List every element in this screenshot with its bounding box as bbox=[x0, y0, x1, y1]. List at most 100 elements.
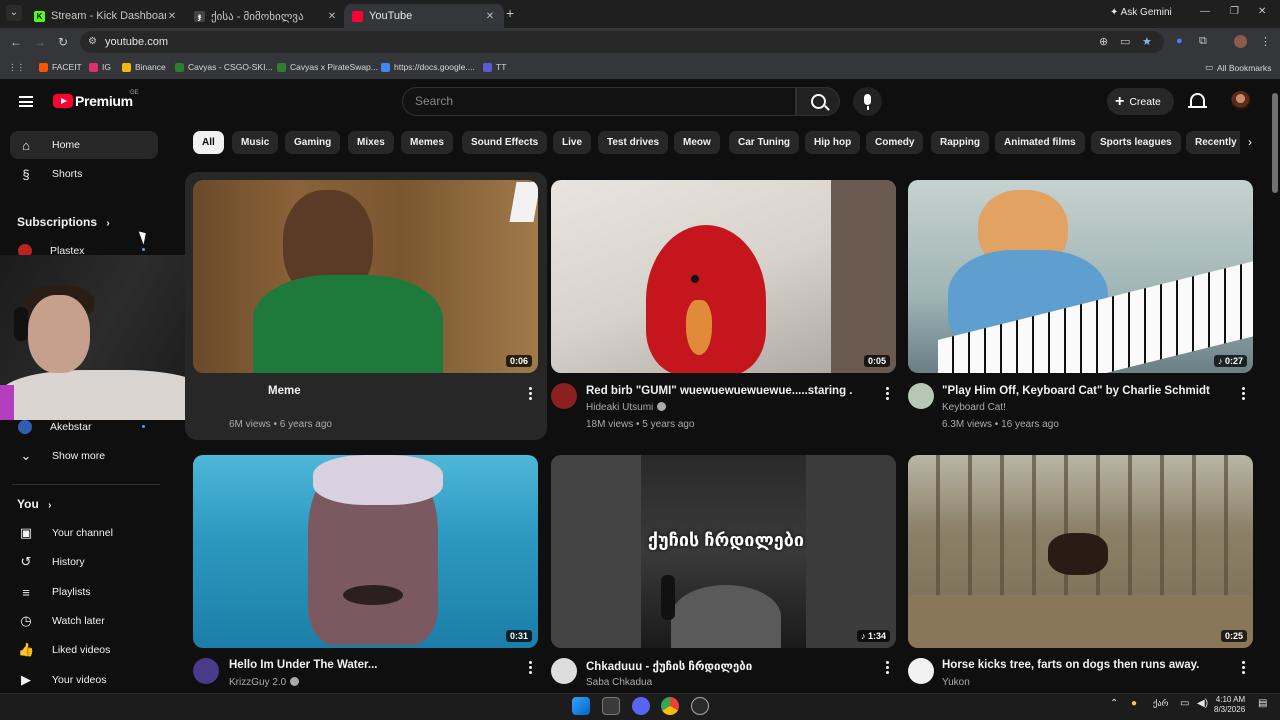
sidebar-item-liked-videos[interactable]: 👍 Liked videos bbox=[10, 636, 158, 664]
tab-youtube[interactable]: YouTube ✕ bbox=[344, 4, 504, 28]
chrome-icon[interactable] bbox=[661, 697, 679, 715]
channel-avatar[interactable] bbox=[908, 383, 934, 409]
chip-recently[interactable]: Recently bbox=[1186, 131, 1246, 154]
sidebar-item-home[interactable]: ⌂ Home bbox=[10, 131, 158, 159]
address-bar[interactable] bbox=[80, 31, 1164, 53]
chip-test-drives[interactable]: Test drives bbox=[598, 131, 669, 154]
sidebar-item-your-videos[interactable]: ▶ Your videos bbox=[10, 666, 158, 694]
youtube-logo-icon[interactable] bbox=[53, 94, 73, 108]
tray-chevron-icon[interactable]: ⌃ bbox=[1110, 698, 1118, 709]
sidebar-item-shorts[interactable]: § Shorts bbox=[10, 160, 158, 188]
tab-kick-dashboard[interactable]: K Stream - Kick Dashboard ✕ bbox=[26, 4, 186, 28]
more-options-icon[interactable] bbox=[529, 387, 533, 401]
more-options-icon[interactable] bbox=[1242, 387, 1246, 401]
sidebar-sub-akebstar[interactable]: Akebstar bbox=[10, 413, 158, 441]
tab-search-icon[interactable]: ⌄ bbox=[6, 5, 22, 21]
more-options-icon[interactable] bbox=[886, 387, 890, 401]
channel-avatar[interactable] bbox=[551, 658, 577, 684]
apps-icon[interactable]: ⋮⋮ bbox=[8, 62, 25, 73]
search-box[interactable] bbox=[402, 87, 796, 116]
zoom-icon[interactable]: ⊕ bbox=[1099, 35, 1108, 48]
search-button[interactable] bbox=[796, 87, 840, 116]
cast-icon[interactable]: ▭ bbox=[1120, 35, 1130, 48]
video-thumbnail[interactable]: ♪ 0:27 bbox=[908, 180, 1253, 373]
chip-sports-leagues[interactable]: Sports leagues bbox=[1091, 131, 1181, 154]
discord-icon[interactable] bbox=[632, 697, 650, 715]
window-close-icon[interactable]: ✕ bbox=[1258, 6, 1266, 17]
bookmark-faceit[interactable]: FACEIT bbox=[39, 62, 82, 72]
all-bookmarks-button[interactable]: ▭ All Bookmarks bbox=[1205, 62, 1271, 73]
site-info-icon[interactable]: ⚙ bbox=[88, 36, 97, 47]
volume-icon[interactable]: ◀) bbox=[1197, 698, 1208, 709]
start-menu-icon[interactable] bbox=[572, 697, 590, 715]
chip-mixes[interactable]: Mixes bbox=[348, 131, 394, 154]
app-icon[interactable] bbox=[691, 697, 709, 715]
sidebar-item-playlists[interactable]: ≡ Playlists bbox=[10, 578, 158, 606]
notifications-bell-icon[interactable] bbox=[1188, 93, 1207, 108]
chip-hip-hop[interactable]: Hip hop bbox=[805, 131, 861, 154]
account-avatar[interactable] bbox=[1231, 91, 1250, 110]
channel-name[interactable]: Keyboard Cat! bbox=[942, 402, 1006, 413]
extension-icon[interactable]: ● bbox=[1176, 35, 1183, 47]
you-heading[interactable]: You › bbox=[17, 497, 51, 511]
voice-search-icon[interactable] bbox=[853, 87, 882, 116]
create-button[interactable]: + Create bbox=[1107, 88, 1174, 115]
channel-avatar[interactable] bbox=[551, 383, 577, 409]
video-thumbnail[interactable]: 0:06 bbox=[193, 180, 538, 373]
more-options-icon[interactable] bbox=[1242, 661, 1246, 675]
chips-next-chevron-icon[interactable]: › bbox=[1240, 131, 1260, 154]
video-thumbnail[interactable]: ქუჩის ჩრდილები ♪ 1:34 bbox=[551, 455, 896, 648]
chip-animated-films[interactable]: Animated films bbox=[995, 131, 1085, 154]
sidebar-item-history[interactable]: ↺ History bbox=[10, 548, 158, 576]
chip-live[interactable]: Live bbox=[553, 131, 592, 154]
restore-icon[interactable]: ❐ bbox=[1230, 6, 1239, 17]
reload-icon[interactable]: ↻ bbox=[58, 35, 68, 49]
task-view-icon[interactable] bbox=[602, 697, 620, 715]
chip-comedy[interactable]: Comedy bbox=[866, 131, 924, 154]
back-icon[interactable]: ← bbox=[10, 35, 22, 49]
video-thumbnail[interactable]: 0:25 bbox=[908, 455, 1253, 648]
chip-rapping[interactable]: Rapping bbox=[931, 131, 989, 154]
hamburger-menu-icon[interactable] bbox=[19, 96, 33, 107]
subscriptions-heading[interactable]: Subscriptions › bbox=[17, 215, 110, 229]
bookmark-cavyas-pirateswap[interactable]: Cavyas x PirateSwap... bbox=[277, 62, 378, 72]
channel-name[interactable]: Saba Chkadua bbox=[586, 677, 652, 688]
extensions-puzzle-icon[interactable]: ⧉ bbox=[1199, 35, 1207, 48]
video-title[interactable]: "Play Him Off, Keyboard Cat" by Charlie … bbox=[942, 385, 1232, 397]
youtube-logo-text[interactable]: Premium bbox=[75, 93, 133, 109]
video-title[interactable]: Horse kicks tree, farts on dogs then run… bbox=[942, 659, 1232, 671]
minimize-icon[interactable]: — bbox=[1200, 6, 1210, 17]
menu-dots-icon[interactable]: ⋮ bbox=[1260, 35, 1271, 48]
sidebar-item-watch-later[interactable]: ◷ Watch later bbox=[10, 607, 158, 635]
network-icon[interactable]: ▭ bbox=[1180, 698, 1189, 709]
sidebar-item-your-channel[interactable]: ▣ Your channel bbox=[10, 519, 158, 547]
close-icon[interactable]: ✕ bbox=[166, 11, 178, 22]
close-icon[interactable]: ✕ bbox=[326, 11, 338, 22]
chip-car-tuning[interactable]: Car Tuning bbox=[729, 131, 800, 154]
taskbar-clock[interactable]: 4:10 AM 8/3/2026 bbox=[1214, 695, 1245, 715]
chip-memes[interactable]: Memes bbox=[401, 131, 453, 154]
chip-all[interactable]: All bbox=[193, 131, 224, 154]
profile-avatar[interactable] bbox=[1234, 35, 1247, 48]
input-language[interactable]: ქარ bbox=[1153, 698, 1168, 709]
tab-kisa[interactable]: ჯ ქისა - მიმოხილვა ✕ bbox=[186, 4, 346, 28]
video-title[interactable]: Red birb "GUMI" wuewuewuewuewue.....star… bbox=[586, 385, 876, 397]
bookmark-google-docs[interactable]: https://docs.google.... bbox=[381, 62, 475, 72]
more-options-icon[interactable] bbox=[529, 661, 533, 675]
mic-tray-icon[interactable]: ● bbox=[1131, 698, 1137, 709]
video-thumbnail[interactable]: 0:31 bbox=[193, 455, 538, 648]
video-title[interactable]: Hello Im Under The Water... bbox=[229, 659, 519, 671]
sidebar-show-more[interactable]: ⌄ Show more bbox=[10, 442, 158, 470]
bookmark-binance[interactable]: Binance bbox=[122, 62, 166, 72]
video-thumbnail[interactable]: 0:05 bbox=[551, 180, 896, 373]
bookmark-cavyas-csgo[interactable]: Cavyas - CSGO-SKI... bbox=[175, 62, 273, 72]
ask-gemini-button[interactable]: ✦ Ask Gemini bbox=[1110, 7, 1172, 18]
bookmark-star-icon[interactable]: ★ bbox=[1142, 35, 1152, 48]
channel-avatar[interactable] bbox=[193, 658, 219, 684]
video-title[interactable]: Chkaduuu - ქუჩის ჩრდილები bbox=[586, 659, 876, 673]
bookmark-ig[interactable]: IG bbox=[89, 62, 111, 72]
chip-music[interactable]: Music bbox=[232, 131, 279, 154]
forward-icon[interactable]: → bbox=[34, 35, 46, 49]
channel-avatar[interactable] bbox=[908, 658, 934, 684]
more-options-icon[interactable] bbox=[886, 661, 890, 675]
